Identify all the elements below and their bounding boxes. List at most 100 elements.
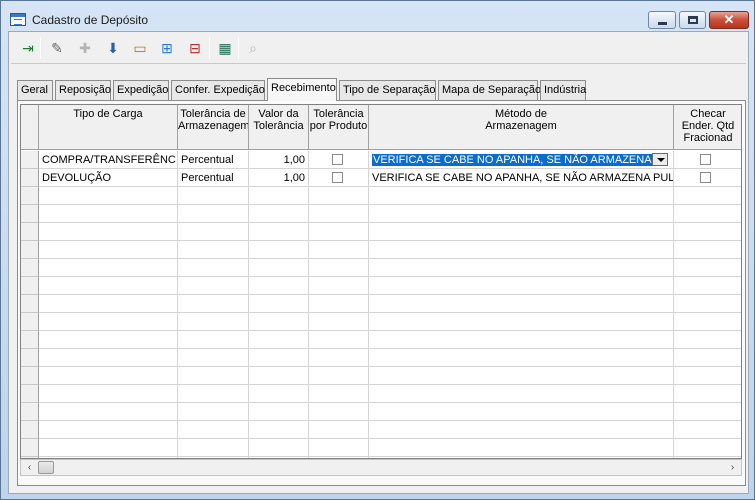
table-row[interactable] [21, 385, 741, 403]
tab-recebimento[interactable]: Recebimento [267, 78, 337, 101]
tab-tipo-de-separacao[interactable]: Tipo de Separação [339, 80, 436, 100]
cell-tol-armazenagem[interactable] [178, 313, 249, 331]
checkbox[interactable] [332, 172, 343, 183]
close-button[interactable]: ✕ [709, 11, 749, 29]
cell-metodo[interactable] [369, 439, 674, 457]
cell-tol-armazenagem[interactable] [178, 259, 249, 277]
cell-tipo-carga[interactable] [39, 295, 178, 313]
cell-metodo[interactable] [369, 223, 674, 241]
cell-tipo-carga[interactable] [39, 403, 178, 421]
cell-metodo[interactable]: VERIFICA SE CABE NO APANHA, SE NÃO ARMAZ… [369, 151, 674, 169]
table-row[interactable] [21, 277, 741, 295]
row-header[interactable] [21, 385, 39, 403]
cell-tipo-carga[interactable]: COMPRA/TRANSFERÊNC [39, 151, 178, 169]
cell-metodo[interactable] [369, 295, 674, 313]
checkbox[interactable] [332, 154, 343, 165]
row-header[interactable] [21, 241, 39, 259]
cell-checar[interactable] [674, 295, 741, 313]
cell-tipo-carga[interactable] [39, 223, 178, 241]
cell-valor-tolerancia[interactable] [249, 331, 309, 349]
cell-tipo-carga[interactable] [39, 421, 178, 439]
cell-checar[interactable] [674, 187, 741, 205]
cell-checar[interactable] [674, 277, 741, 295]
row-header[interactable] [21, 187, 39, 205]
cell-tol-produto[interactable] [309, 151, 369, 169]
cell-metodo[interactable]: VERIFICA SE CABE NO APANHA, SE NÃO ARMAZ… [369, 169, 674, 187]
cell-tol-produto[interactable] [309, 223, 369, 241]
table-row[interactable] [21, 295, 741, 313]
cell-tipo-carga[interactable] [39, 367, 178, 385]
row-header[interactable] [21, 259, 39, 277]
cell-valor-tolerancia[interactable] [249, 295, 309, 313]
scroll-right-icon[interactable]: › [724, 460, 741, 475]
cell-metodo[interactable] [369, 205, 674, 223]
row-header[interactable] [21, 367, 39, 385]
cell-metodo[interactable] [369, 367, 674, 385]
cell-valor-tolerancia[interactable]: 1,00 [249, 169, 309, 187]
cell-valor-tolerancia[interactable] [249, 205, 309, 223]
table-row[interactable] [21, 349, 741, 367]
cell-tol-armazenagem[interactable] [178, 367, 249, 385]
cell-valor-tolerancia[interactable] [249, 259, 309, 277]
cell-checar[interactable] [674, 151, 741, 169]
table-row[interactable] [21, 187, 741, 205]
cell-valor-tolerancia[interactable] [249, 367, 309, 385]
cell-tol-produto[interactable] [309, 403, 369, 421]
table-row[interactable] [21, 241, 741, 259]
cell-valor-tolerancia[interactable] [249, 349, 309, 367]
checkbox[interactable] [700, 154, 711, 165]
cell-tol-armazenagem[interactable] [178, 241, 249, 259]
cell-tol-armazenagem[interactable] [178, 205, 249, 223]
receiving-grid[interactable]: Tipo de Carga Tolerância de Armazenagem Va… [20, 104, 742, 459]
table-row[interactable] [21, 205, 741, 223]
table-row[interactable] [21, 367, 741, 385]
scroll-thumb[interactable] [38, 461, 54, 474]
cell-tipo-carga[interactable] [39, 205, 178, 223]
cell-valor-tolerancia[interactable] [249, 313, 309, 331]
cell-valor-tolerancia[interactable] [249, 385, 309, 403]
cell-tol-produto[interactable] [309, 385, 369, 403]
row-header[interactable] [21, 277, 39, 295]
cell-checar[interactable] [674, 367, 741, 385]
cell-tipo-carga[interactable] [39, 277, 178, 295]
cell-tol-armazenagem[interactable] [178, 187, 249, 205]
scroll-left-icon[interactable]: ‹ [21, 460, 38, 475]
cell-checar[interactable] [674, 439, 741, 457]
table-row[interactable] [21, 403, 741, 421]
row-header[interactable] [21, 151, 39, 169]
delete-row-button[interactable]: ⊟ [183, 36, 207, 60]
cell-checar[interactable] [674, 205, 741, 223]
cell-valor-tolerancia[interactable] [249, 223, 309, 241]
open-folder-button[interactable]: ▭ [128, 36, 152, 60]
cell-tipo-carga[interactable] [39, 241, 178, 259]
cell-tol-produto[interactable] [309, 241, 369, 259]
eraser-button[interactable]: ✎ [45, 36, 69, 60]
insert-row-button[interactable]: ⊞ [155, 36, 179, 60]
cell-valor-tolerancia[interactable]: 1,00 [249, 151, 309, 169]
column-header-valor-tolerancia[interactable]: Valor da Tolerância [249, 105, 309, 150]
calculator-button[interactable]: ▦ [213, 36, 237, 60]
cell-tol-armazenagem[interactable] [178, 439, 249, 457]
cell-tol-produto[interactable] [309, 439, 369, 457]
column-header-tipo-carga[interactable]: Tipo de Carga [39, 105, 178, 150]
cell-valor-tolerancia[interactable] [249, 241, 309, 259]
cell-checar[interactable] [674, 241, 741, 259]
cell-metodo[interactable] [369, 349, 674, 367]
tab-expedicao[interactable]: Expedição [113, 80, 169, 100]
cell-tipo-carga[interactable] [39, 313, 178, 331]
cell-checar[interactable] [674, 403, 741, 421]
cell-tol-armazenagem[interactable] [178, 403, 249, 421]
cell-tipo-carga[interactable] [39, 259, 178, 277]
cell-tol-armazenagem[interactable]: Percentual [178, 169, 249, 187]
cell-metodo[interactable] [369, 385, 674, 403]
cell-tol-armazenagem[interactable] [178, 421, 249, 439]
tab-reposicao[interactable]: Reposição [55, 80, 111, 100]
cell-metodo[interactable] [369, 331, 674, 349]
column-header-checar[interactable]: Checar Ender. Qtd Fracionad [674, 105, 741, 150]
cell-tol-produto[interactable] [309, 187, 369, 205]
cell-tol-produto[interactable] [309, 367, 369, 385]
cell-metodo[interactable] [369, 187, 674, 205]
cell-tipo-carga[interactable] [39, 439, 178, 457]
cell-checar[interactable] [674, 349, 741, 367]
cell-checar[interactable] [674, 259, 741, 277]
